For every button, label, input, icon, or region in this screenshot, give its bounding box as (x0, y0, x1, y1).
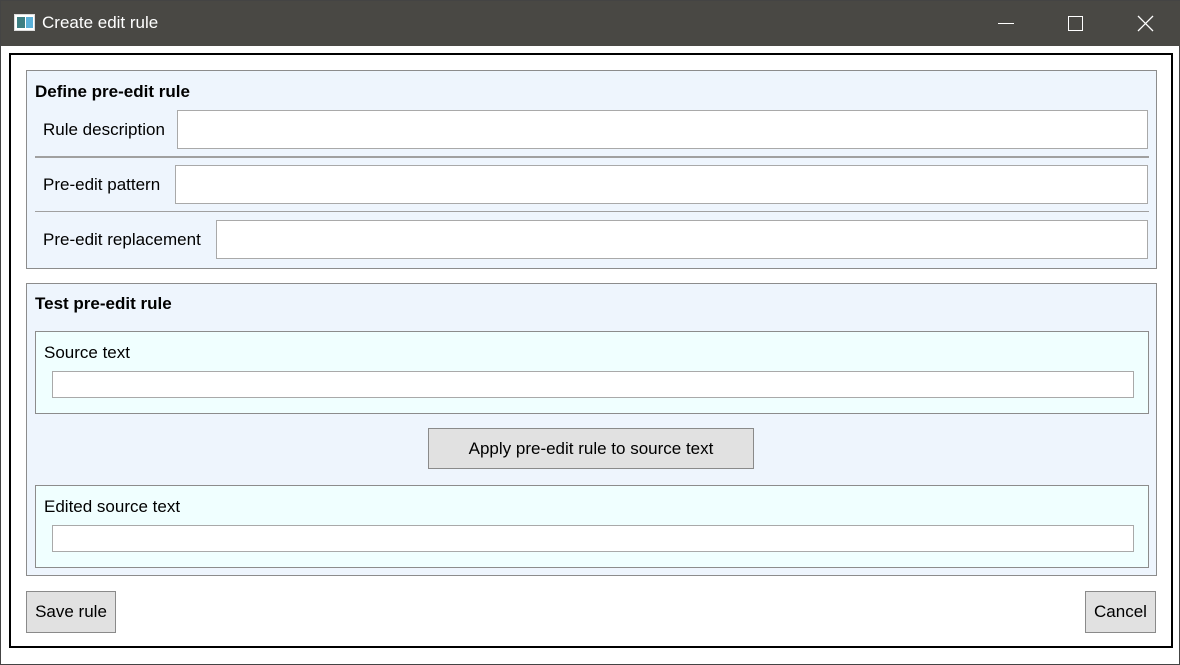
pre-edit-replacement-label: Pre-edit replacement (43, 230, 201, 249)
rule-description-label: Rule description (43, 120, 165, 139)
separator (35, 211, 1149, 212)
apply-rule-button[interactable]: Apply pre-edit rule to source text (428, 428, 754, 469)
rule-description-input[interactable] (177, 110, 1148, 149)
pre-edit-pattern-label: Pre-edit pattern (43, 175, 161, 194)
edited-source-text-label: Edited source text (44, 497, 181, 516)
define-rule-title: Define pre-edit rule (35, 82, 190, 101)
close-button[interactable] (1110, 1, 1180, 46)
separator (35, 156, 1149, 158)
dialog-window: Create edit rule Define pre-edit rule Ru… (0, 0, 1180, 665)
source-text-input[interactable] (52, 371, 1134, 398)
pre-edit-replacement-input[interactable] (216, 220, 1148, 259)
test-rule-group: Test pre-edit rule Source text Apply pre… (26, 283, 1157, 576)
maximize-icon (1067, 16, 1083, 31)
save-rule-button[interactable]: Save rule (26, 591, 116, 633)
minimize-button[interactable] (971, 1, 1041, 46)
source-text-panel: Source text (35, 331, 1149, 414)
cancel-button[interactable]: Cancel (1085, 591, 1156, 633)
minimize-icon (998, 23, 1014, 24)
test-rule-title: Test pre-edit rule (35, 294, 172, 313)
maximize-button[interactable] (1040, 1, 1110, 46)
edited-source-text-panel: Edited source text (35, 485, 1149, 568)
title-bar[interactable]: Create edit rule (1, 1, 1180, 46)
close-icon (1137, 15, 1153, 32)
define-rule-group: Define pre-edit rule Rule description Pr… (26, 70, 1157, 269)
app-window-icon (14, 14, 35, 31)
pre-edit-pattern-input[interactable] (175, 165, 1148, 204)
source-text-label: Source text (44, 343, 130, 362)
dialog-content: Define pre-edit rule Rule description Pr… (9, 53, 1173, 648)
window-title: Create edit rule (42, 13, 159, 32)
edited-source-text-input[interactable] (52, 525, 1134, 552)
